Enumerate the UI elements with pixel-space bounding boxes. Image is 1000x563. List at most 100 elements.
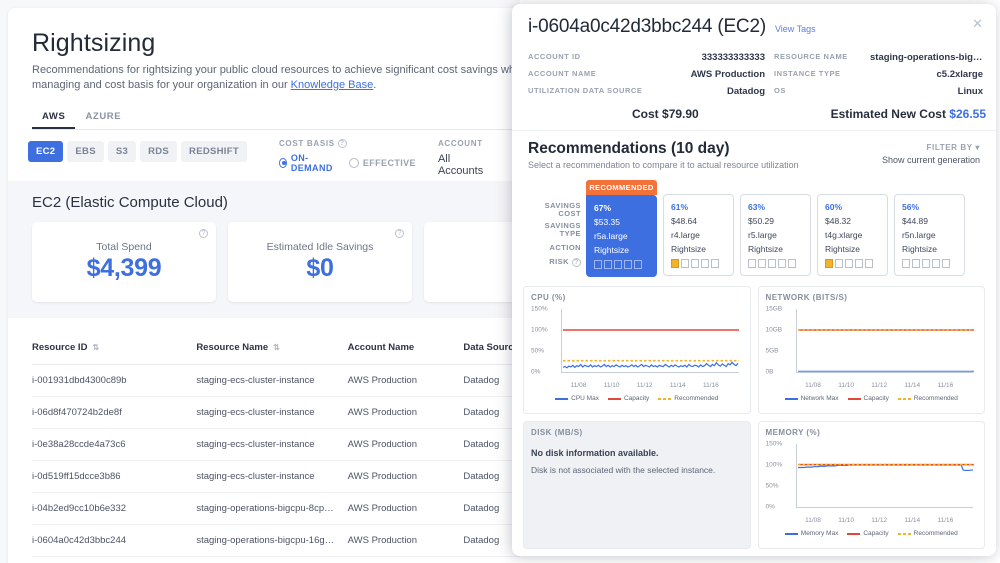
risk-box bbox=[614, 259, 622, 269]
cell-resource-id[interactable]: i-0604a0c42d3bbc244 bbox=[32, 524, 197, 557]
cell-resource-name[interactable]: staging-ecs-cluster-instance bbox=[196, 428, 348, 461]
view-tags-link[interactable]: View Tags bbox=[775, 24, 816, 34]
cell-resource-name[interactable]: staging-ecs-cluster-instance bbox=[196, 396, 348, 429]
service-pill-redshift[interactable]: REDSHIFT bbox=[181, 141, 247, 162]
risk-box bbox=[768, 258, 776, 268]
table-row[interactable]: i-001931dbd4300c89b staging-ecs-cluster-… bbox=[32, 364, 520, 397]
rec-action: Rightsize bbox=[594, 245, 629, 255]
table-row[interactable]: i-0d519ff15dcce3b86 staging-ecs-cluster-… bbox=[32, 460, 520, 493]
legend-memory-max: Memory Max bbox=[784, 530, 838, 537]
recommendation-card-4-body[interactable]: 60% $48.32 t4g.xlarge Rightsize bbox=[817, 194, 888, 276]
tab-aws[interactable]: AWS bbox=[32, 111, 76, 129]
risk-box bbox=[681, 258, 689, 268]
help-icon[interactable]: ? bbox=[395, 229, 404, 238]
recommendation-card-5-body[interactable]: 56% $44.89 r5n.large Rightsize bbox=[894, 194, 965, 276]
cell-resource-id[interactable]: i-06d8f470724b2de8f bbox=[32, 396, 197, 429]
sort-icon[interactable]: ⇅ bbox=[273, 343, 280, 352]
chart-memory-title: MEMORY (%) bbox=[765, 428, 821, 437]
radio-effective[interactable]: EFFECTIVE bbox=[348, 158, 416, 168]
series-line-memory-max bbox=[797, 464, 973, 472]
recommendation-card-4[interactable]: 60% $48.32 t4g.xlarge Rightsize bbox=[817, 180, 888, 277]
col-header-resource-id[interactable]: Resource ID ⇅ bbox=[32, 332, 197, 365]
service-pill-rds[interactable]: RDS bbox=[140, 141, 178, 162]
rec-cost-savings: $50.29 bbox=[748, 216, 774, 226]
col-header-account-name-label: Account Name bbox=[347, 342, 415, 353]
account-select-value: All Accounts bbox=[437, 153, 484, 177]
risk-box bbox=[912, 258, 920, 268]
service-pill-ebs[interactable]: EBS bbox=[67, 141, 104, 162]
cell-resource-name[interactable]: staging-ecs-cluster-instance bbox=[196, 364, 348, 397]
cell-account-name: AWS Production bbox=[347, 556, 464, 563]
risk-box bbox=[942, 258, 950, 268]
col-header-account-name[interactable]: Account Name bbox=[347, 332, 464, 365]
recommendation-card-2-body[interactable]: 61% $48.64 r4.large Rightsize bbox=[663, 194, 734, 276]
legend-swatch bbox=[847, 397, 861, 400]
cell-resource-name[interactable]: staging-operations-bigcpu-8cpu-16gb... bbox=[196, 492, 348, 525]
meta-key-data-source: UTILIZATION DATA SOURCE bbox=[528, 86, 643, 95]
cell-data-source[interactable]: Datadog bbox=[463, 556, 520, 563]
new-cost-label: Estimated New Cost bbox=[830, 107, 946, 121]
knowledge-base-link[interactable]: Knowledge Base bbox=[291, 79, 374, 91]
rec-type: t4g.xlarge bbox=[825, 230, 863, 240]
legend-swatch bbox=[555, 397, 569, 400]
resource-detail-panel: i-0604a0c42d3bbc244 (EC2) View Tags ✕ AC… bbox=[512, 4, 996, 556]
service-pill-ec2[interactable]: EC2 bbox=[28, 141, 64, 162]
help-icon[interactable]: ? bbox=[199, 229, 208, 238]
recommendation-card-1-body[interactable]: 67% $53.35 r5a.large Rightsize bbox=[586, 195, 657, 277]
legend-swatch bbox=[784, 532, 798, 535]
cell-resource-id[interactable]: i-0e38a28ccde4a73c6 bbox=[32, 428, 197, 461]
meta-key-account-name: ACCOUNT NAME bbox=[528, 69, 597, 78]
table-row[interactable]: i-0604a0c42d3bbc244 staging-operations-b… bbox=[32, 524, 520, 557]
table-row[interactable]: i-04b2ed9cc10b6e332 staging-operations-b… bbox=[32, 492, 520, 525]
chart-cpu-plot: 0% 50% 100% 150% 11/08 11/10 11/12 11/14 11/16 bbox=[531, 305, 743, 389]
recommendation-card-1[interactable]: RECOMMENDED 67% $53.35 r5a.large Rightsi… bbox=[586, 180, 657, 277]
cell-resource-id[interactable]: i-04b2ed9cc10b6e332 bbox=[32, 492, 197, 525]
recommendation-card-3[interactable]: 63% $50.29 r5.large Rightsize bbox=[740, 180, 811, 277]
kpi-card-idle-savings: ? Estimated Idle Savings $0 bbox=[228, 222, 412, 302]
row-label-risk-text: RISK bbox=[549, 257, 569, 266]
recommendation-card-5[interactable]: 56% $44.89 r5n.large Rightsize bbox=[894, 180, 965, 277]
rec-cost-savings: $48.32 bbox=[825, 216, 851, 226]
rec-savings: 60% bbox=[825, 202, 843, 212]
meta-key-instance-type: INSTANCE TYPE bbox=[774, 69, 841, 78]
rec-risk-meter bbox=[902, 257, 958, 269]
filter-by-button[interactable]: FILTER BY ▾ bbox=[882, 143, 980, 152]
table-row[interactable]: i-0ea204b68f94a95ba production-operation… bbox=[32, 556, 520, 563]
sort-icon[interactable]: ⇅ bbox=[92, 343, 99, 352]
recommendation-card-3-body[interactable]: 63% $50.29 r5.large Rightsize bbox=[740, 194, 811, 276]
cell-resource-id[interactable]: i-001931dbd4300c89b bbox=[32, 364, 197, 397]
page-card: Rightsizing Recommendations for rightsiz… bbox=[8, 8, 520, 563]
cell-resource-id[interactable]: i-0d519ff15dcce3b86 bbox=[32, 460, 197, 493]
cell-resource-name[interactable]: production-operations-bigcpu-8cpu-1... bbox=[196, 556, 348, 563]
help-icon[interactable]: ? bbox=[337, 139, 347, 148]
cell-resource-name[interactable]: staging-operations-bigcpu-16gb... bbox=[196, 524, 348, 557]
legend-label: Capacity bbox=[863, 530, 889, 537]
tab-azure[interactable]: AZURE bbox=[75, 111, 131, 129]
rec-type: r4.large bbox=[671, 230, 700, 240]
meta-value-account-id: 333333333333 bbox=[701, 52, 765, 63]
cell-resource-name[interactable]: staging-ecs-cluster-instance bbox=[196, 460, 348, 493]
help-icon[interactable]: ? bbox=[572, 257, 581, 267]
page-title: Rightsizing bbox=[32, 29, 156, 57]
close-icon[interactable]: ✕ bbox=[972, 17, 983, 30]
cell-resource-id[interactable]: i-0ea204b68f94a95ba bbox=[32, 556, 197, 563]
meta-value-data-source: Datadog bbox=[727, 86, 765, 97]
radio-on-demand[interactable]: ON-DEMAND bbox=[278, 153, 335, 173]
detail-title-row: i-0604a0c42d3bbc244 (EC2) View Tags bbox=[528, 16, 980, 38]
rec-risk-meter bbox=[594, 258, 650, 270]
legend-label: Capacity bbox=[863, 395, 889, 402]
row-label-action: ACTION bbox=[549, 243, 581, 252]
chart-memory-legend: Memory Max Capacity Recommended bbox=[766, 530, 978, 537]
table-row[interactable]: i-06d8f470724b2de8f staging-ecs-cluster-… bbox=[32, 396, 520, 429]
col-header-resource-name[interactable]: Resource Name ⇅ bbox=[196, 332, 348, 365]
risk-box bbox=[594, 259, 602, 269]
account-select[interactable]: All Accounts ▼ bbox=[438, 153, 520, 177]
legend-swatch bbox=[897, 397, 911, 400]
service-pill-s3[interactable]: S3 bbox=[107, 141, 137, 162]
row-label-risk: RISK? bbox=[528, 256, 586, 268]
page-subtitle: Recommendations for rightsizing your pub… bbox=[8, 58, 520, 93]
table-row[interactable]: i-0e38a28ccde4a73c6 staging-ecs-cluster-… bbox=[32, 428, 520, 461]
chart-disk-empty-message: Disk is not associated with the selected… bbox=[531, 465, 716, 475]
legend-network-max: Network Max bbox=[784, 395, 839, 402]
recommendation-card-2[interactable]: 61% $48.64 r4.large Rightsize bbox=[663, 180, 734, 277]
